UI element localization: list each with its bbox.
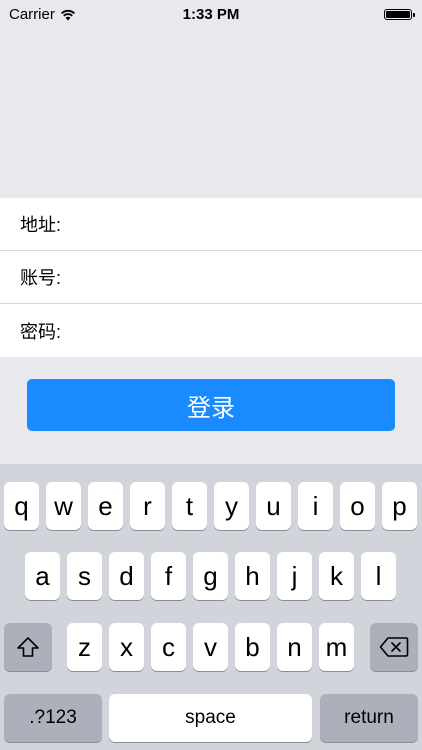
status-bar: Carrier 1:33 PM — [0, 0, 422, 30]
key-v[interactable]: v — [193, 623, 228, 671]
login-button[interactable]: 登录 — [27, 379, 395, 431]
key-i[interactable]: i — [298, 482, 333, 530]
key-g[interactable]: g — [193, 552, 228, 600]
address-label: 地址: — [20, 215, 62, 235]
account-input[interactable] — [61, 256, 422, 298]
space-key[interactable]: space — [109, 694, 312, 742]
key-z[interactable]: z — [67, 623, 102, 671]
key-w[interactable]: w — [46, 482, 81, 530]
key-f[interactable]: f — [151, 552, 186, 600]
account-label: 账号: — [20, 268, 62, 288]
key-q[interactable]: q — [4, 482, 39, 530]
key-x[interactable]: x — [109, 623, 144, 671]
key-o[interactable]: o — [340, 482, 375, 530]
numbers-key[interactable]: .?123 — [4, 694, 102, 742]
key-r[interactable]: r — [130, 482, 165, 530]
address-row: 地址: — [0, 198, 422, 251]
password-row: 密码: — [0, 304, 422, 357]
password-input[interactable] — [61, 309, 422, 352]
address-input[interactable] — [61, 203, 422, 245]
key-h[interactable]: h — [235, 552, 270, 600]
login-form: 地址: 账号: 密码: — [0, 198, 422, 357]
key-e[interactable]: e — [88, 482, 123, 530]
key-s[interactable]: s — [67, 552, 102, 600]
status-time: 1:33 PM — [182, 6, 240, 23]
battery-icon — [384, 9, 415, 20]
key-n[interactable]: n — [277, 623, 312, 671]
key-m[interactable]: m — [319, 623, 354, 671]
key-p[interactable]: p — [382, 482, 417, 530]
shift-key[interactable] — [4, 623, 52, 671]
key-k[interactable]: k — [319, 552, 354, 600]
key-d[interactable]: d — [109, 552, 144, 600]
delete-key[interactable] — [370, 623, 418, 671]
key-j[interactable]: j — [277, 552, 312, 600]
key-y[interactable]: y — [214, 482, 249, 530]
shift-icon — [17, 637, 39, 657]
keyboard: q w e r t y u i o p a s d f g h j k l z … — [0, 464, 422, 750]
key-b[interactable]: b — [235, 623, 270, 671]
key-l[interactable]: l — [361, 552, 396, 600]
account-row: 账号: — [0, 251, 422, 304]
password-label: 密码: — [20, 321, 62, 342]
backspace-icon — [379, 637, 409, 657]
key-a[interactable]: a — [25, 552, 60, 600]
key-c[interactable]: c — [151, 623, 186, 671]
battery-fill — [386, 11, 410, 18]
key-t[interactable]: t — [172, 482, 207, 530]
return-key[interactable]: return — [320, 694, 418, 742]
key-u[interactable]: u — [256, 482, 291, 530]
